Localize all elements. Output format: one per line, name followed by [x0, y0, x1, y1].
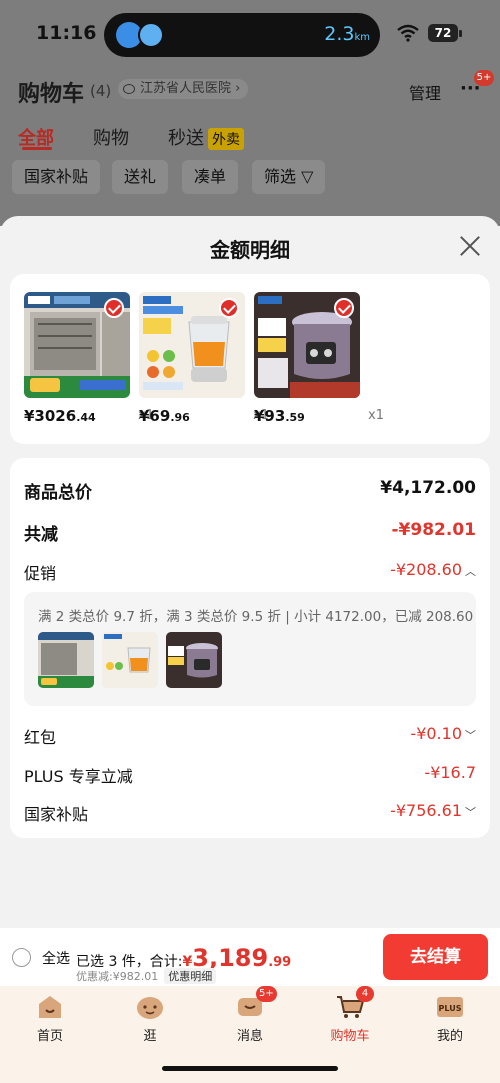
home-icon	[36, 994, 64, 1020]
total-value: ¥4,172.00	[380, 478, 476, 498]
page-title: 购物车	[18, 82, 85, 107]
browse-icon	[136, 994, 164, 1020]
tab-cart[interactable]: 4 购物车	[310, 986, 390, 1044]
plus-text: PLUS	[439, 1004, 462, 1013]
avatar-icon	[138, 22, 164, 48]
check-icon[interactable]	[334, 298, 354, 318]
reduce-value: -¥982.01	[391, 520, 477, 540]
tab-home[interactable]: 首页	[10, 994, 90, 1044]
promo-value: -¥208.60 ︿	[390, 560, 476, 579]
wifi-icon	[397, 24, 419, 42]
filter-gift[interactable]: 送礼	[112, 160, 169, 194]
subsidy-label: 国家补贴	[24, 805, 89, 824]
check-icon[interactable]	[104, 298, 124, 318]
redpack-value: -¥0.10 ﹀	[410, 724, 476, 743]
cooker-image	[254, 292, 360, 398]
status-time: 11:16	[36, 22, 97, 44]
promo-label: 促销	[24, 564, 57, 583]
checkout-bar: 全选 已选 3 件，合计:¥3,189.99 优惠减:¥982.01 优惠明细 去…	[0, 928, 500, 986]
filter-button[interactable]: 筛选 ▽	[252, 160, 326, 194]
plus-member-icon: PLUS	[436, 994, 464, 1020]
cart-badge: 4	[356, 986, 374, 1002]
filter-national-subsidy[interactable]: 国家补贴	[12, 160, 101, 194]
product-thumb	[102, 632, 158, 688]
subsidy-value: -¥756.61 ﹀	[390, 801, 476, 820]
promo-row[interactable]: 促销 -¥208.60 ︿	[24, 556, 476, 584]
redpack-row[interactable]: 红包 -¥0.10 ﹀	[24, 720, 476, 748]
location-selector[interactable]: 江苏省人民医院 ›	[118, 79, 249, 99]
takeout-tag: 外卖	[208, 128, 244, 150]
close-icon[interactable]	[459, 235, 481, 257]
tab-shopping[interactable]: 购物	[93, 124, 129, 150]
subsidy-row[interactable]: 国家补贴 -¥756.61 ﹀	[24, 797, 476, 825]
tab-browse[interactable]: 逛	[110, 994, 190, 1044]
check-icon[interactable]	[219, 298, 239, 318]
cart-icon: 4	[336, 986, 374, 1020]
product-card: ¥3026.44 x1 ¥69.96 x1 ¥93.59 x1	[10, 274, 490, 444]
message-badge: 5+	[256, 986, 277, 1002]
plus-value: -¥16.7	[424, 763, 476, 782]
tab-flash-delivery[interactable]: 秒送 外卖	[168, 124, 244, 150]
plus-row: PLUS 专享立减 -¥16.7	[24, 759, 476, 787]
product-item[interactable]: ¥3026.44 x1	[24, 292, 154, 425]
eye-icon	[123, 84, 135, 94]
product-item[interactable]: ¥69.96 x1	[139, 292, 269, 425]
chevron-down-icon: ﹀	[465, 729, 476, 742]
promo-detail-box: 满 2 类总价 9.7 折，满 3 类总价 9.5 折 | 小计 4172.00…	[24, 592, 476, 706]
total-row: 商品总价 ¥4,172.00	[24, 474, 476, 503]
filter-bundle[interactable]: 凑单	[182, 160, 239, 194]
redpack-label: 红包	[24, 728, 57, 747]
promo-description: 满 2 类总价 9.7 折，满 3 类总价 9.5 折 | 小计 4172.00…	[38, 609, 474, 625]
product-qty: x1	[368, 408, 384, 423]
discount-detail-link[interactable]: 优惠明细	[164, 968, 217, 984]
reduce-row: 共减 -¥982.01	[24, 516, 477, 545]
tab-messages[interactable]: 5+ 消息	[210, 986, 290, 1044]
product-thumb	[38, 632, 94, 688]
tab-underline	[22, 147, 52, 150]
select-all-label[interactable]: 全选	[42, 948, 70, 968]
reduce-label: 共减	[24, 525, 58, 545]
product-price: ¥69.96	[139, 407, 190, 425]
checkout-button[interactable]: 去结算	[383, 934, 488, 980]
dishwasher-image	[24, 292, 130, 398]
chevron-down-icon: ﹀	[465, 806, 476, 819]
amount-details-card: 商品总价 ¥4,172.00 共减 -¥982.01 促销 -¥208.60 ︿ …	[10, 458, 490, 838]
chevron-up-icon: ︿	[465, 565, 476, 578]
tab-mine[interactable]: PLUS 我的	[410, 994, 490, 1044]
product-price: ¥93.59	[254, 407, 305, 425]
product-thumb	[166, 632, 222, 688]
battery-tip	[459, 30, 462, 37]
speed-readout: 2.3km	[324, 23, 370, 45]
home-indicator[interactable]	[162, 1066, 338, 1071]
more-badge: 5+	[474, 70, 494, 86]
product-price: ¥3026.44	[24, 407, 96, 425]
select-all-radio[interactable]	[12, 948, 31, 967]
message-icon: 5+	[236, 986, 277, 1020]
discount-summary: 优惠减:¥982.01 优惠明细	[76, 968, 217, 984]
cart-count: (4)	[90, 82, 112, 100]
total-label: 商品总价	[24, 483, 92, 503]
blender-image	[139, 292, 245, 398]
battery-icon: 72	[428, 24, 458, 42]
product-item[interactable]: ¥93.59 x1	[254, 292, 384, 425]
sheet-title: 金额明细	[210, 238, 290, 262]
status-bar: 11:16 2.3km 72	[0, 0, 500, 66]
manage-button[interactable]: 管理	[409, 80, 441, 104]
plus-label: PLUS 专享立减	[24, 767, 133, 786]
dynamic-island[interactable]: 2.3km	[104, 13, 380, 57]
